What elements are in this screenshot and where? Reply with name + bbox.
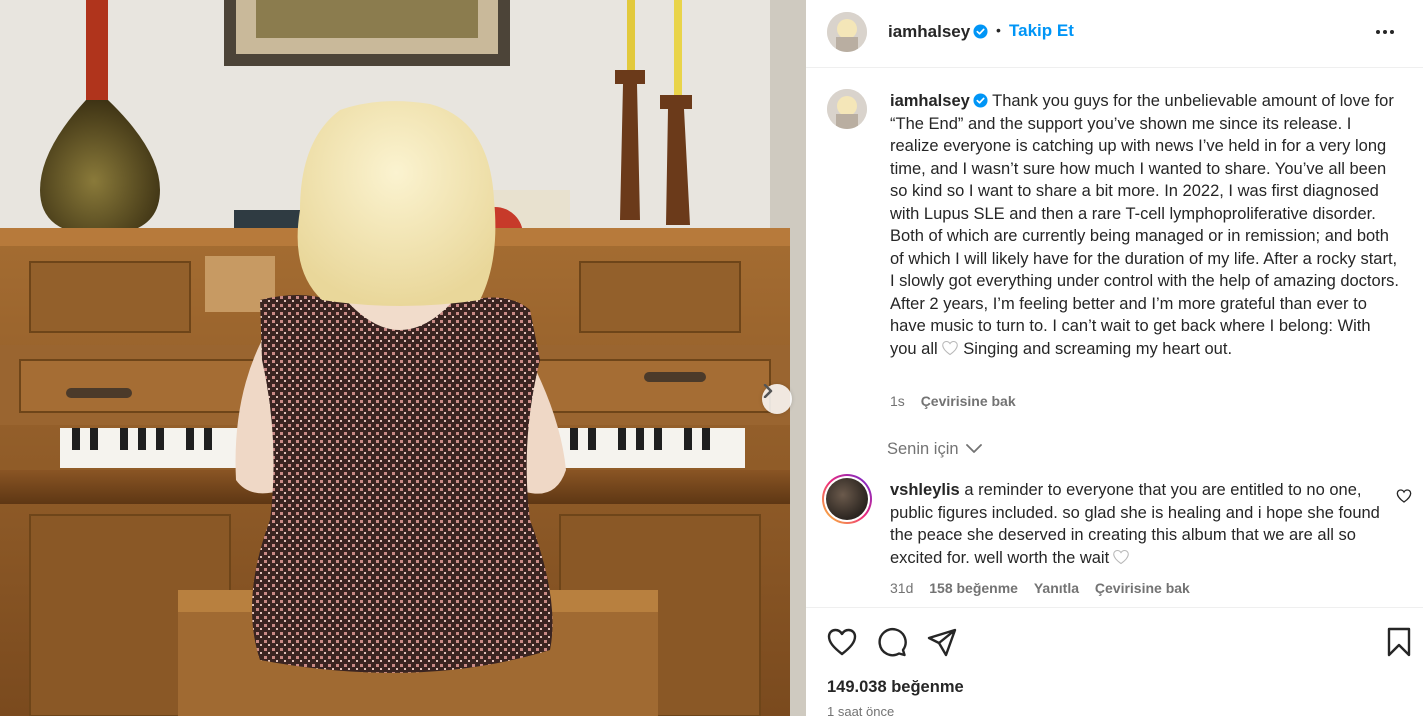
caption-translate-link[interactable]: Çevirisine bak (921, 393, 1016, 409)
comment-reply-button[interactable]: Yanıtla (1034, 580, 1079, 596)
chevron-down-icon (966, 444, 983, 453)
post-caption: iamhalsey Thank you guys for the unbelie… (890, 90, 1400, 360)
comment-meta: 31d 158 beğenme Yanıtla Çevirisine bak (890, 580, 1190, 596)
more-options-icon[interactable] (1373, 22, 1397, 42)
avatar[interactable] (827, 12, 867, 52)
white-heart-emoji-icon (941, 340, 958, 355)
likes-count[interactable]: 149.038 beğenme (827, 678, 964, 697)
bookmark-icon[interactable] (1383, 626, 1415, 658)
comment-translate-link[interactable]: Çevirisine bak (1095, 580, 1190, 596)
header-separator: • (996, 22, 1001, 38)
caption-avatar[interactable] (827, 89, 867, 129)
verified-badge-icon (973, 93, 988, 108)
white-heart-emoji-icon (1113, 549, 1129, 564)
comment-age: 31d (890, 580, 914, 596)
header-username[interactable]: iamhalsey (888, 22, 988, 42)
carousel-next-button[interactable] (762, 384, 792, 414)
heart-icon[interactable] (826, 626, 858, 658)
caption-text-end: Singing and screaming my heart out. (963, 339, 1233, 358)
comment-text: a reminder to everyone that you are enti… (890, 481, 1380, 567)
comment-username[interactable]: vshleylis (890, 481, 960, 499)
share-icon[interactable] (926, 626, 958, 658)
caption-username[interactable]: iamhalsey (890, 92, 970, 110)
comment-item: vshleylis a reminder to everyone that yo… (890, 479, 1380, 569)
caption-age: 1s (890, 393, 905, 409)
avatar-image (827, 12, 867, 52)
post-photo (0, 0, 806, 716)
verified-badge-icon (973, 24, 988, 39)
post-timestamp: 1 saat önce (827, 704, 895, 716)
avatar-ring-inner (824, 476, 870, 522)
post-actions (806, 607, 1423, 716)
comment-icon[interactable] (876, 626, 908, 658)
caption-text: Thank you guys for the unbelievable amou… (890, 92, 1400, 358)
caption-meta: 1s Çevirisine bak (890, 393, 1016, 409)
chevron-right-icon (763, 384, 773, 398)
post-detail-panel: iamhalsey • Takip Et iamhalsey Thank you… (806, 0, 1423, 716)
post-header: iamhalsey • Takip Et (806, 0, 1423, 68)
avatar-image (827, 89, 867, 129)
comment-like-heart-icon[interactable] (1396, 488, 1412, 504)
avatar-image (826, 478, 868, 520)
username-text[interactable]: iamhalsey (888, 22, 970, 41)
comment-filter-dropdown[interactable]: Senin için (887, 440, 983, 459)
photo-illustration (0, 0, 806, 716)
comment-filter-label: Senin için (887, 440, 959, 458)
comment-avatar[interactable] (822, 474, 872, 524)
comment-likes-link[interactable]: 158 beğenme (929, 580, 1018, 596)
follow-button[interactable]: Takip Et (1009, 21, 1074, 41)
